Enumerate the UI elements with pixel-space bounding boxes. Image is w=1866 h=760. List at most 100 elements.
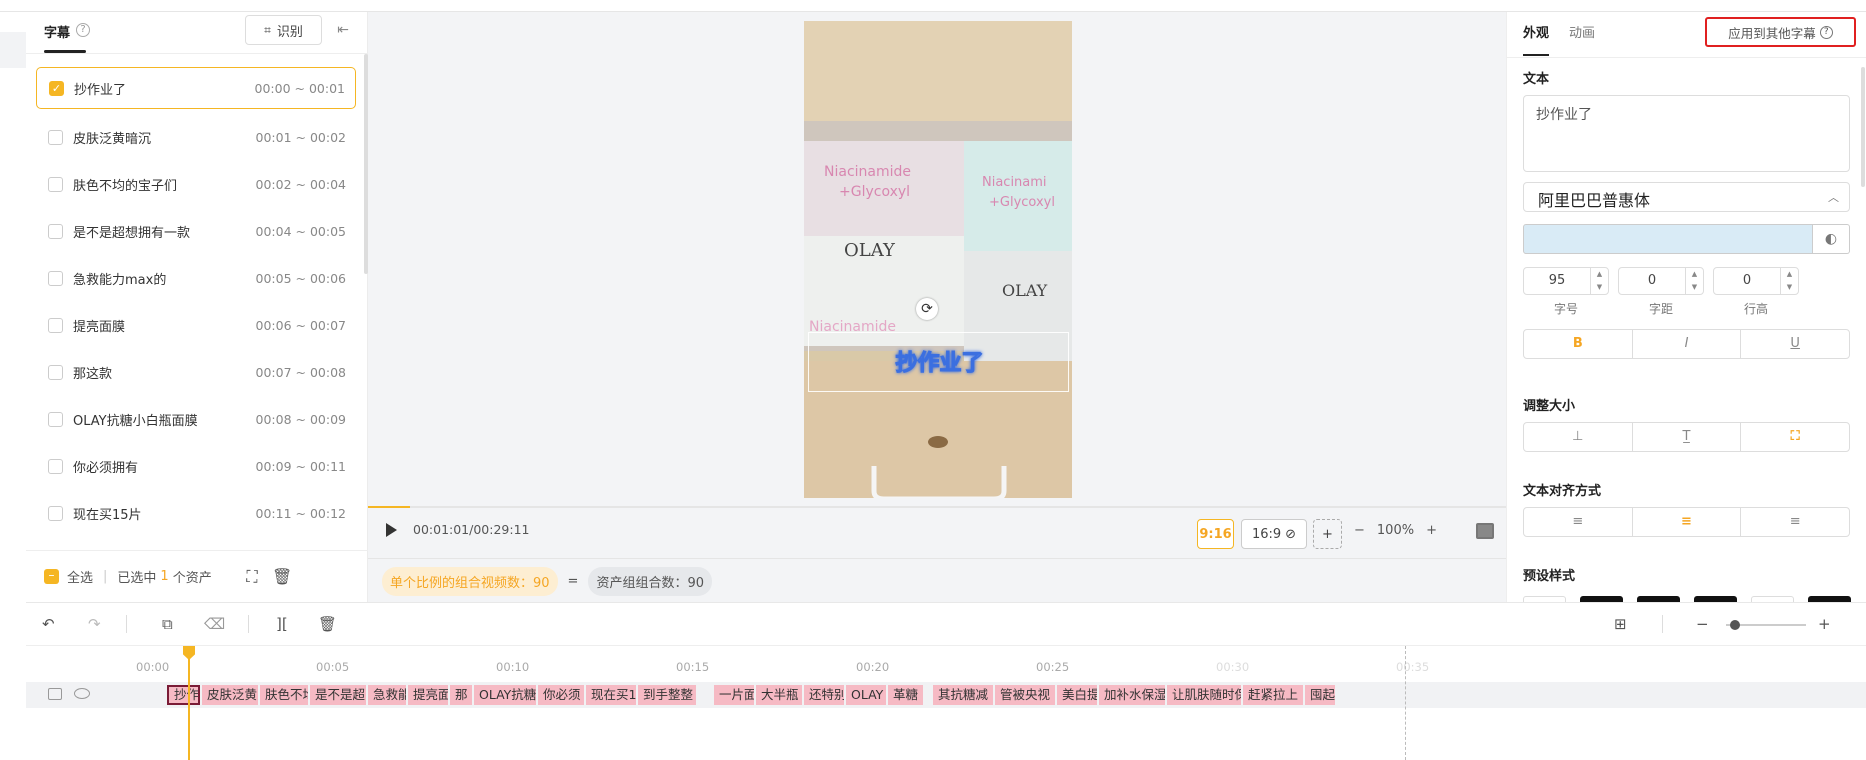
ratio-9-16-button[interactable]: 9:16 (1197, 519, 1234, 549)
timeline-zoom-slider[interactable] (1726, 620, 1806, 630)
fixed-width-icon[interactable]: ⊥ (1524, 423, 1633, 451)
slider-thumb[interactable] (1730, 620, 1740, 630)
select-all-label[interactable]: 全选 (67, 567, 93, 586)
subtitle-clip[interactable]: 急救能 (368, 685, 406, 705)
subtitle-clip[interactable]: 还特别 (804, 685, 844, 705)
select-all-checkbox[interactable]: – (44, 569, 59, 584)
selected-suffix: 个资产 (172, 571, 212, 586)
subtitle-clip[interactable]: 提亮面 (408, 685, 448, 705)
split-select-icon[interactable]: ⛶ (242, 567, 262, 587)
split-icon[interactable]: ][ (276, 615, 288, 633)
zoom-in-icon[interactable]: + (1818, 615, 1831, 633)
item-checkbox[interactable] (48, 365, 63, 380)
help-icon[interactable]: ? (76, 23, 90, 37)
subtitle-clip[interactable]: 那 (450, 685, 472, 705)
bold-button[interactable]: B (1524, 330, 1633, 358)
palette-icon[interactable]: ◐ (1813, 224, 1850, 254)
subtitle-clip[interactable]: 大半瓶 (756, 685, 802, 705)
subtitle-clip[interactable]: 其抗糖减 (933, 685, 993, 705)
collapse-panel-icon[interactable]: ⇤ (332, 22, 354, 40)
align-left-icon[interactable]: ≡ (1524, 508, 1633, 536)
item-checkbox[interactable] (48, 177, 63, 192)
visibility-icon[interactable] (74, 688, 90, 699)
subtitle-clip[interactable]: OLAY抗糖 (474, 685, 536, 705)
subtitle-clip[interactable]: 囤起 (1305, 685, 1335, 705)
eraser-icon[interactable]: ⌫ (204, 615, 225, 633)
item-checkbox[interactable] (48, 459, 63, 474)
ratio-16-9-button[interactable]: 16:9 ⊘ (1241, 519, 1307, 549)
align-center-icon[interactable]: ≡ (1633, 508, 1742, 536)
item-checkbox[interactable]: ✓ (49, 80, 64, 96)
playhead[interactable] (183, 646, 195, 760)
underline-button[interactable]: U (1741, 330, 1849, 358)
subtitle-list-item[interactable]: 急救能力max的 00:05 ~ 00:06 (36, 255, 356, 302)
redo-icon[interactable]: ↷ (88, 615, 101, 633)
subtitle-tab[interactable]: 字幕 (44, 22, 70, 41)
subtitle-clip[interactable]: 让肌肤随时保 (1167, 685, 1241, 705)
subtitle-list-item[interactable]: 那这款 00:07 ~ 00:08 (36, 349, 356, 396)
item-checkbox[interactable] (48, 506, 63, 521)
letter-spacing-stepper[interactable]: 0 ▲ ▼ (1618, 267, 1704, 295)
font-size-stepper[interactable]: 95 ▲ ▼ (1523, 267, 1609, 295)
subtitle-clip[interactable]: 一片面 (714, 685, 754, 705)
delete-icon[interactable]: 🗑 (272, 567, 292, 587)
zoom-out-icon[interactable]: − (1354, 523, 1365, 538)
delete-icon[interactable]: 🗑 (318, 615, 337, 633)
panel-scrollbar[interactable] (1861, 67, 1865, 187)
subtitle-clip[interactable]: 到手整整 (638, 685, 696, 705)
subtitle-clip[interactable]: OLAY (846, 685, 886, 705)
stepper-arrows-icon[interactable]: ▲ ▼ (1590, 268, 1608, 294)
subtitle-clip[interactable]: 抄作 (167, 685, 200, 705)
subtitle-clip[interactable]: 肤色不均 (260, 685, 308, 705)
item-checkbox[interactable] (48, 318, 63, 333)
apply-to-other-subtitles-button[interactable]: 应用到其他字幕 ? (1705, 17, 1856, 47)
stepper-arrows-icon[interactable]: ▲ ▼ (1685, 268, 1703, 294)
free-resize-icon[interactable]: ⛶ (1741, 423, 1849, 451)
subtitle-clip[interactable]: 是不是超 (310, 685, 366, 705)
subtitle-text-input[interactable]: 抄作业了 (1523, 95, 1850, 172)
subtitle-clip[interactable]: 现在买1 (586, 685, 636, 705)
time-ruler[interactable]: 00:00 00:05 00:10 00:15 00:20 00:25 00:30 00:35 (26, 646, 1866, 682)
recognize-button[interactable]: ⌗ 识别 (245, 15, 322, 45)
subtitle-clip[interactable]: 皮肤泛黄 (202, 685, 258, 705)
rotate-handle-icon[interactable]: ⟳ (916, 298, 938, 320)
tab-animation[interactable]: 动画 (1569, 22, 1595, 41)
subtitle-list-item[interactable]: 是不是超想拥有一款 00:04 ~ 00:05 (36, 208, 356, 255)
subtitle-clip[interactable]: 革糖 (888, 685, 923, 705)
subtitle-list-item[interactable]: 肤色不均的宝子们 00:02 ~ 00:04 (36, 161, 356, 208)
zoom-in-icon[interactable]: + (1426, 523, 1437, 538)
subtitle-list-item[interactable]: 提亮面膜 00:06 ~ 00:07 (36, 302, 356, 349)
zoom-out-icon[interactable]: − (1696, 615, 1709, 633)
font-select[interactable]: 阿里巴巴普惠体 ︿ (1523, 182, 1850, 212)
item-checkbox[interactable] (48, 412, 63, 427)
subtitle-clip[interactable]: 管被央视 (995, 685, 1055, 705)
tab-appearance[interactable]: 外观 (1523, 22, 1549, 41)
item-checkbox[interactable] (48, 224, 63, 239)
align-right-icon[interactable]: ≡ (1741, 508, 1849, 536)
subtitle-clip[interactable]: 加补水保湿 (1099, 685, 1165, 705)
image-icon[interactable] (1476, 523, 1494, 539)
line-height-stepper[interactable]: 0 ▲ ▼ (1713, 267, 1799, 295)
add-ratio-button[interactable]: + (1313, 519, 1342, 549)
playback-progress[interactable] (368, 506, 1506, 508)
item-checkbox[interactable] (48, 130, 63, 145)
subtitle-overlay-box[interactable]: 抄作业了 (808, 332, 1069, 392)
play-icon[interactable] (386, 523, 397, 537)
subtitle-list-item[interactable]: 皮肤泛黄暗沉 00:01 ~ 00:02 (36, 114, 356, 161)
video-preview[interactable]: Niacinamide +Glycoxyl Niacinami +Glycoxy… (804, 21, 1072, 498)
subtitle-list-item[interactable]: 你必须拥有 00:09 ~ 00:11 (36, 443, 356, 490)
copy-icon[interactable]: ⧉ (162, 615, 173, 633)
undo-icon[interactable]: ↶ (42, 615, 55, 633)
subtitle-clip[interactable]: 你必须 (538, 685, 584, 705)
item-checkbox[interactable] (48, 271, 63, 286)
subtitle-clip[interactable]: 赶紧拉上 (1243, 685, 1303, 705)
stepper-arrows-icon[interactable]: ▲ ▼ (1780, 268, 1798, 294)
subtitle-list-item[interactable]: OLAY抗糖小白瓶面膜 00:08 ~ 00:09 (36, 396, 356, 443)
subtitle-clip[interactable]: 美白提 (1057, 685, 1097, 705)
italic-button[interactable]: I (1633, 330, 1742, 358)
subtitle-list-item[interactable]: ✓ 抄作业了 00:00 ~ 00:01 (36, 67, 356, 109)
color-field[interactable] (1523, 224, 1813, 254)
subtitle-list-item[interactable]: 现在买15片 00:11 ~ 00:12 (36, 490, 356, 537)
auto-fit-icon[interactable]: ⊞ (1614, 615, 1627, 633)
auto-size-icon[interactable]: T̲ (1633, 423, 1742, 451)
